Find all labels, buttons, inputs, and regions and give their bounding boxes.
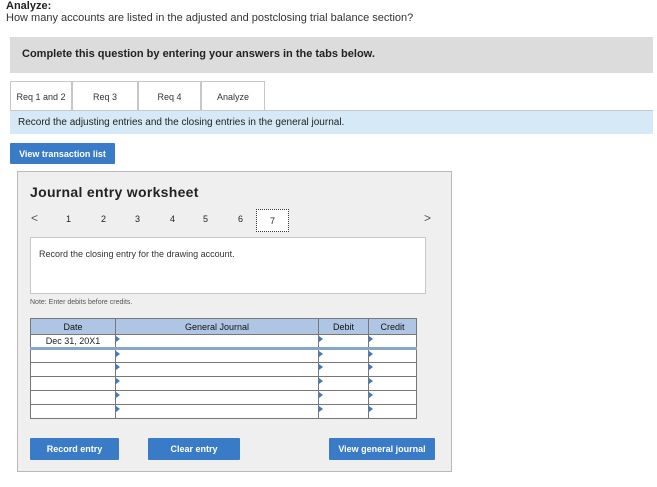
table-row — [30, 390, 417, 405]
page-1[interactable]: 1 — [66, 214, 71, 224]
page-2[interactable]: 2 — [101, 214, 106, 224]
instructions-text: Complete this question by entering your … — [22, 48, 375, 60]
question-label: Analyze: — [6, 0, 52, 12]
table-row — [30, 348, 417, 363]
view-transaction-list-button[interactable]: View transaction list — [10, 143, 115, 164]
date-cell[interactable] — [30, 348, 116, 363]
page-6[interactable]: 6 — [238, 214, 243, 224]
account-input[interactable] — [115, 362, 319, 377]
account-input[interactable] — [115, 404, 319, 419]
header-credit: Credit — [368, 318, 417, 335]
debit-input[interactable] — [318, 348, 369, 363]
header-date: Date — [30, 318, 116, 335]
clear-entry-button[interactable]: Clear entry — [148, 438, 240, 460]
date-cell: Dec 31, 20X1 — [30, 334, 116, 350]
note-text: Note: Enter debits before credits. — [30, 299, 133, 306]
page-4[interactable]: 4 — [170, 214, 175, 224]
next-page-icon[interactable]: > — [424, 211, 431, 225]
table-row — [30, 362, 417, 377]
entry-prompt-text: Record the closing entry for the drawing… — [39, 249, 235, 259]
instructions-bar: Complete this question by entering your … — [10, 37, 653, 73]
record-entry-button[interactable]: Record entry — [30, 438, 119, 460]
credit-input[interactable] — [368, 404, 417, 419]
account-input[interactable] — [115, 376, 319, 391]
date-cell[interactable] — [30, 404, 116, 419]
tab-req-4[interactable]: Req 4 — [138, 81, 201, 111]
table-row — [30, 376, 417, 391]
debit-input[interactable] — [318, 334, 369, 350]
account-input[interactable] — [115, 390, 319, 405]
date-cell[interactable] — [30, 362, 116, 377]
question-text: How many accounts are listed in the adju… — [6, 12, 414, 24]
prev-page-icon[interactable]: < — [31, 211, 38, 225]
record-instruction-text: Record the adjusting entries and the clo… — [18, 117, 345, 128]
tab-analyze[interactable]: Analyze — [201, 81, 265, 111]
date-cell[interactable] — [30, 376, 116, 391]
tab-req-3[interactable]: Req 3 — [72, 81, 138, 111]
worksheet-title: Journal entry worksheet — [30, 184, 199, 200]
debit-input[interactable] — [318, 376, 369, 391]
journal-table: Date General Journal Debit Credit Dec 31… — [30, 318, 417, 419]
date-cell[interactable] — [30, 390, 116, 405]
debit-input[interactable] — [318, 404, 369, 419]
page-5[interactable]: 5 — [203, 214, 208, 224]
account-input[interactable] — [115, 348, 319, 363]
table-row — [30, 404, 417, 419]
header-general-journal: General Journal — [115, 318, 319, 335]
table-header-row: Date General Journal Debit Credit — [30, 318, 417, 335]
credit-input[interactable] — [368, 362, 417, 377]
debit-input[interactable] — [318, 362, 369, 377]
entry-prompt-box: Record the closing entry for the drawing… — [30, 237, 426, 294]
credit-input[interactable] — [368, 348, 417, 363]
credit-input[interactable] — [368, 334, 417, 350]
account-input[interactable] — [115, 334, 319, 350]
tab-req-1-and-2[interactable]: Req 1 and 2 — [10, 81, 72, 112]
credit-input[interactable] — [368, 376, 417, 391]
header-debit: Debit — [318, 318, 369, 335]
debit-input[interactable] — [318, 390, 369, 405]
page-3[interactable]: 3 — [135, 214, 140, 224]
credit-input[interactable] — [368, 390, 417, 405]
table-row: Dec 31, 20X1 — [30, 334, 417, 350]
record-instruction-bar: Record the adjusting entries and the clo… — [10, 111, 653, 134]
view-general-journal-button[interactable]: View general journal — [329, 438, 435, 460]
page-7-current[interactable]: 7 — [256, 209, 289, 232]
